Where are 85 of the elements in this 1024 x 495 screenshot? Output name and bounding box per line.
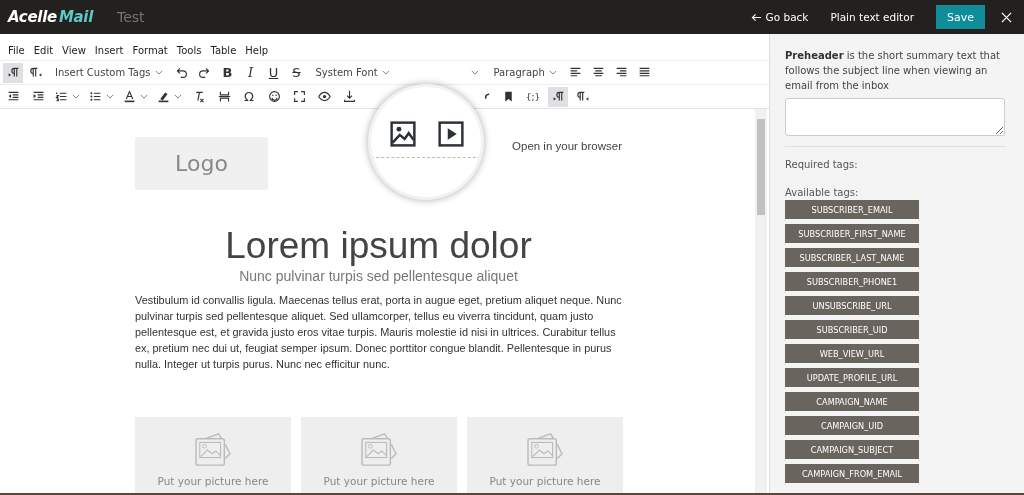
indent-icon [31, 90, 45, 103]
strikethrough-button[interactable]: S [286, 62, 307, 83]
arrow-left-icon [750, 11, 762, 23]
emoji-icon [267, 90, 281, 103]
eye-icon [317, 90, 331, 103]
text-direction-rtl-icon [576, 90, 590, 103]
align-left-icon [569, 66, 583, 79]
tag-button[interactable]: UPDATE_PROFILE_URL [785, 368, 919, 387]
tag-button[interactable]: CAMPAIGN_NAME [785, 392, 919, 411]
source-code-button[interactable]: {;} [523, 86, 543, 107]
email-body-text: Vestibulum id convallis ligula. Maecenas tellus erat, porta in augue eget, pretium aliquet neque. Nunc pulvinar turpis sed pellentesque aliquet. Sed ullamcorper, tellus eu viverra tincidunt, quam justo pellentesque est, et gravida justo eros vitae turpis. Mauris molestie id nisi in ultrices. Curabitur tellus ex, pretium nec dui ut, feugiat semper ipsum. Donec porttitor congue blandit. Pellentesque in purus nulla. Integer ut turpis purus. Nunc nec efficitur nunc. [135, 293, 622, 372]
tag-button[interactable]: SUBSCRIBER_UID [785, 320, 919, 339]
close-icon[interactable] [1001, 11, 1012, 23]
italic-button[interactable]: I [240, 62, 261, 83]
menu-item[interactable]: Edit [33, 43, 54, 58]
tag-button[interactable]: WEB_VIEW_URL [785, 344, 919, 363]
photo-icon [526, 433, 564, 467]
font-dropdown[interactable]: System Font [309, 62, 396, 83]
caret-icon [470, 70, 479, 75]
email-subheading: Nunc pulvinar turpis sed pellentesque aliquet [238, 268, 519, 284]
text-direction-ltr-button[interactable] [3, 62, 23, 83]
photo-icon [360, 433, 398, 467]
justify-icon [638, 66, 652, 79]
preheader-field[interactable] [785, 98, 1005, 136]
caret-icon [154, 70, 163, 75]
text-direction-ltr-button[interactable] [548, 86, 568, 107]
menu-item[interactable]: View [62, 43, 86, 58]
browser-link[interactable]: Open in your browser [512, 140, 622, 152]
text-direction-ltr-icon [551, 90, 565, 103]
menu-item[interactable]: File [8, 43, 25, 58]
dropdown[interactable]: Insert Custom Tags [49, 62, 169, 83]
caret-icon [174, 94, 182, 99]
save-button[interactable]: Save [936, 5, 985, 29]
menu-item[interactable]: Table [210, 43, 237, 58]
tag-button[interactable]: CAMPAIGN_UID [785, 416, 919, 435]
bold-button[interactable]: B [217, 62, 238, 83]
photo-icon [194, 433, 232, 467]
tag-button[interactable]: CAMPAIGN_SUBJECT [785, 440, 919, 459]
document-title: Test [117, 9, 145, 25]
page-break-icon [217, 90, 231, 103]
text-direction-rtl-icon [29, 66, 43, 79]
preheader-description: Preheader is the short summary text that follows the subject line when viewing an email from the inbox [785, 49, 1001, 93]
caret-icon [106, 94, 114, 99]
image-icon[interactable] [390, 121, 416, 147]
picture-caption: Put your picture here [489, 475, 601, 487]
logo-placeholder-text: Logo [175, 151, 228, 176]
special-character-button[interactable]: Ω [239, 86, 259, 107]
email-heading: Lorem ipsum dolor [224, 224, 533, 268]
caret-icon [72, 94, 80, 99]
download-icon [342, 90, 356, 103]
dropdown[interactable]: Paragraph [487, 62, 563, 83]
go-back-link[interactable]: Go back [750, 11, 809, 23]
text-direction-ltr-icon [6, 66, 20, 79]
outdent-icon [6, 90, 20, 103]
underline-button[interactable]: U [263, 62, 284, 83]
numbered-list-icon [55, 90, 68, 103]
available-tags-label: Available tags: [785, 187, 860, 198]
tag-button[interactable]: SUBSCRIBER_EMAIL [785, 200, 919, 219]
video-icon[interactable] [438, 121, 464, 147]
tag-button[interactable]: UNSUBSCRIBE_URL [785, 296, 919, 315]
tag-button[interactable]: SUBSCRIBER_PHONE1 [785, 272, 919, 291]
plain-text-editor-link[interactable]: Plain text editor [830, 11, 914, 23]
caret-icon [140, 94, 148, 99]
menu-item[interactable]: Format [132, 43, 168, 58]
required-tags-label: Required tags: [785, 159, 859, 170]
undo-icon [175, 66, 188, 79]
tag-button[interactable]: SUBSCRIBER_LAST_NAME [785, 248, 919, 267]
redo-icon [198, 66, 211, 79]
fullscreen-icon [292, 90, 306, 103]
scrollbar[interactable] [755, 109, 767, 493]
menu-item[interactable]: Help [245, 43, 269, 58]
caret-icon [381, 70, 390, 75]
app-logo[interactable]: AcelleMail [8, 8, 93, 26]
menu-item[interactable]: Tools [176, 43, 202, 58]
tag-button[interactable]: SUBSCRIBER_FIRST_NAME [785, 224, 919, 243]
caret-icon [548, 70, 557, 75]
tag-button[interactable]: CAMPAIGN_FROM_EMAIL [785, 464, 919, 483]
highlighter-icon [157, 90, 170, 103]
picture-caption: Put your picture here [323, 475, 435, 487]
text-color-icon [123, 90, 136, 103]
menu-item[interactable]: Insert [94, 43, 124, 58]
align-center-icon [592, 66, 606, 79]
picture-caption: Put your picture here [157, 475, 269, 487]
align-right-icon [615, 66, 629, 79]
bullet-list-icon [89, 90, 102, 103]
